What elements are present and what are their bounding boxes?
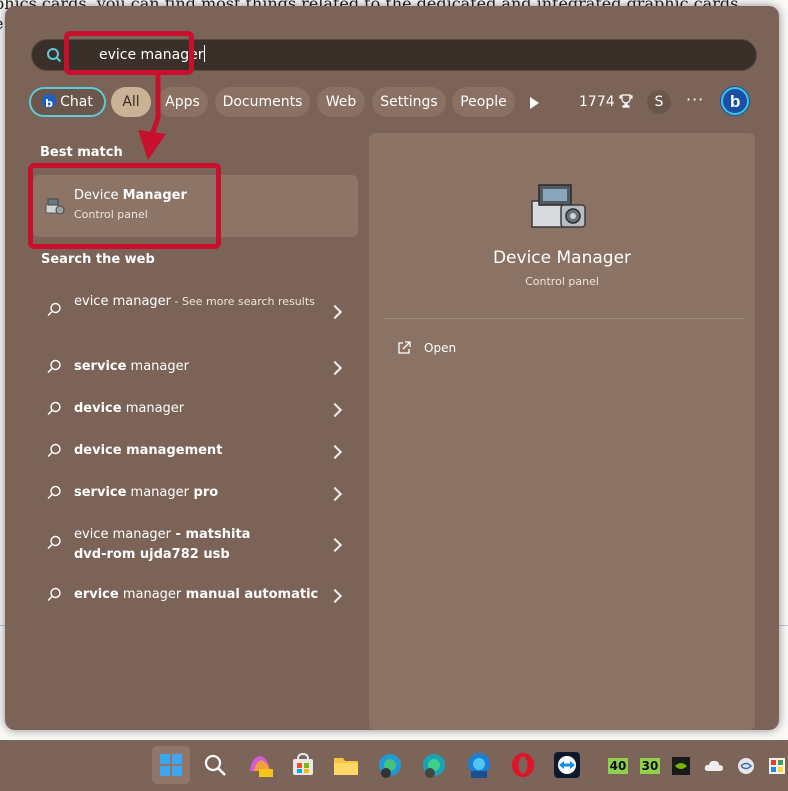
annotation-highlight-box — [28, 163, 221, 249]
windows-icon — [160, 754, 182, 776]
open-label: Open — [424, 341, 457, 355]
documents-filter-button[interactable]: Documents — [215, 87, 310, 117]
rewards-points[interactable]: 1774 — [579, 87, 633, 117]
web-result-label: ervice manager manual automatic — [74, 587, 319, 602]
tray-app-icon[interactable] — [768, 757, 786, 775]
search-icon — [47, 587, 61, 601]
edge-beta-icon[interactable] — [465, 751, 493, 779]
web-result-label: evice manager - See more search results — [74, 294, 315, 309]
tray-counter-badge[interactable]: 40 — [608, 758, 628, 774]
filter-bar: Chat All Apps Documents Web Settings Peo… — [29, 85, 759, 121]
best-match-heading: Best match — [40, 145, 123, 160]
search-icon — [47, 443, 61, 457]
device-manager-icon — [531, 184, 586, 228]
background-text-line: e — [0, 14, 3, 33]
search-icon — [47, 359, 61, 373]
chevron-right-icon — [327, 304, 343, 320]
all-filter-button[interactable]: All — [111, 87, 151, 117]
open-action-button[interactable]: Open — [397, 339, 517, 363]
chevron-right-icon — [327, 537, 343, 553]
web-result-label: service manager — [74, 359, 189, 374]
web-result-item[interactable]: service manager pro — [33, 483, 358, 507]
chevron-right-icon — [327, 360, 343, 376]
web-result-label: evice manager - matshita dvd-rom ujda782… — [74, 527, 251, 562]
search-icon — [47, 302, 61, 316]
search-icon — [47, 48, 62, 63]
web-result-label: service manager pro — [74, 485, 219, 500]
chevron-right-icon — [327, 402, 343, 418]
teamviewer-icon[interactable] — [553, 751, 581, 779]
web-result-item[interactable]: device manager — [33, 399, 358, 423]
open-external-icon — [398, 341, 411, 354]
web-filter-button[interactable]: Web — [317, 87, 365, 117]
store-icon[interactable] — [289, 751, 317, 779]
more-options-button[interactable]: ··· — [686, 87, 704, 113]
copilot-icon[interactable] — [246, 751, 274, 779]
start-button[interactable] — [152, 746, 190, 784]
play-icon — [530, 97, 539, 109]
web-result-item[interactable]: ervice manager manual automatic — [33, 585, 358, 609]
web-result-item[interactable]: device management — [33, 441, 358, 465]
edge-dev-icon[interactable] — [420, 751, 448, 779]
edge-icon[interactable] — [376, 751, 404, 779]
web-result-label: device management — [74, 443, 223, 458]
opera-icon[interactable] — [509, 751, 537, 779]
nvidia-icon[interactable] — [672, 757, 690, 775]
file-explorer-icon[interactable] — [332, 751, 360, 779]
preview-divider — [385, 318, 743, 319]
web-result-label: device manager — [74, 401, 185, 416]
search-icon — [47, 535, 61, 549]
account-avatar[interactable]: S — [647, 90, 671, 114]
tray-counter-badge[interactable]: 30 — [640, 758, 660, 774]
taskbar: 40 30 — [0, 740, 788, 791]
more-filters-button[interactable] — [521, 87, 547, 117]
svg-text:b: b — [730, 92, 740, 111]
web-result-item[interactable]: evice manager - matshita dvd-rom ujda782… — [33, 525, 358, 567]
annotation-highlight-box — [64, 31, 194, 75]
chat-filter-button[interactable]: Chat — [29, 87, 106, 117]
search-icon — [47, 401, 61, 415]
web-result-item[interactable]: evice manager - See more search results — [33, 292, 358, 334]
chevron-right-icon — [327, 486, 343, 502]
search-panel: evice manager Chat All Apps Documents We… — [5, 6, 779, 730]
search-icon[interactable] — [201, 751, 229, 779]
bing-icon[interactable]: b — [719, 85, 751, 117]
search-web-heading: Search the web — [41, 252, 155, 267]
trophy-icon — [619, 94, 633, 108]
chevron-right-icon — [327, 444, 343, 460]
chevron-right-icon — [327, 588, 343, 604]
preview-pane: Device Manager Control panel Open — [369, 133, 755, 730]
apps-filter-button[interactable]: Apps — [157, 87, 208, 117]
network-icon[interactable] — [737, 757, 755, 775]
settings-filter-button[interactable]: Settings — [372, 87, 446, 117]
people-filter-button[interactable]: People — [452, 87, 515, 117]
preview-subtitle: Control panel — [525, 275, 599, 288]
web-result-item[interactable]: service manager — [33, 357, 358, 381]
onedrive-icon[interactable] — [704, 758, 724, 772]
preview-title: Device Manager — [492, 248, 632, 268]
search-icon — [47, 485, 61, 499]
bing-chat-icon — [42, 90, 57, 117]
